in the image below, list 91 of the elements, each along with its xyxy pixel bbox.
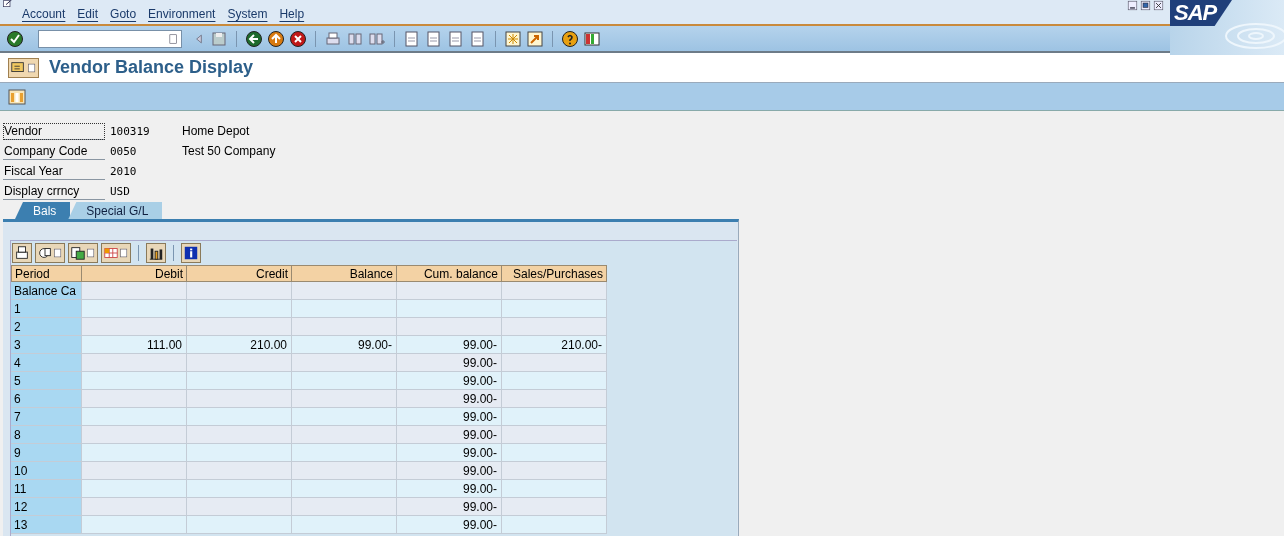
period-cell: 9 (11, 444, 82, 462)
info-button[interactable] (181, 243, 201, 263)
period-cell: 13 (11, 516, 82, 534)
tab[interactable]: Bals (15, 202, 71, 219)
exit-icon[interactable] (267, 29, 285, 48)
menu-item[interactable]: Environment (142, 5, 222, 24)
restore-icon[interactable] (1140, 0, 1151, 11)
table-cell: 99.00- (397, 516, 502, 534)
window-icon[interactable] (2, 0, 14, 10)
tab[interactable]: Special G/L (68, 202, 163, 219)
field-description: Home Depot (182, 124, 250, 138)
table-cell: 111.00 (82, 336, 187, 354)
table-cell: 99.00- (397, 426, 502, 444)
period-cell: 7 (11, 408, 82, 426)
graphic-button[interactable] (146, 243, 166, 263)
enter-icon[interactable] (6, 29, 24, 48)
export-menu-button[interactable] (68, 243, 98, 263)
table-cell: 99.00- (397, 336, 502, 354)
dropdown-icon (53, 245, 63, 261)
field-label: Display crrncy (3, 182, 105, 200)
info-icon (183, 245, 199, 261)
menu-item[interactable]: Account (16, 5, 72, 24)
command-field[interactable] (38, 29, 182, 48)
period-cell: 12 (11, 498, 82, 516)
table-cell: 99.00- (292, 336, 397, 354)
field-label: Company Code (3, 142, 105, 160)
period-cell: 4 (11, 354, 82, 372)
period-cell: 8 (11, 426, 82, 444)
menu-button[interactable] (8, 57, 39, 78)
page-icon[interactable] (403, 29, 421, 48)
cancel-icon[interactable] (289, 29, 307, 48)
table-cell: 99.00- (397, 372, 502, 390)
layout-menu-button[interactable] (101, 243, 131, 263)
period-cell: 11 (11, 480, 82, 498)
table-cell: 99.00- (397, 498, 502, 516)
table-cell: 99.00- (397, 354, 502, 372)
view-menu-button[interactable] (35, 243, 65, 263)
close-icon[interactable] (1153, 0, 1164, 11)
print-icon (14, 245, 30, 261)
table-cell: 99.00- (397, 408, 502, 426)
grid-icon (103, 245, 119, 261)
table-cell: 99.00- (397, 444, 502, 462)
field-label: Fiscal Year (3, 162, 105, 180)
new-session-icon[interactable] (504, 29, 522, 48)
column-header[interactable]: Cum. balance (397, 265, 502, 282)
view-icon (37, 245, 53, 261)
page-icon[interactable] (469, 29, 487, 48)
print-icon[interactable] (324, 29, 342, 48)
period-cell: 5 (11, 372, 82, 390)
layout-icon[interactable] (583, 29, 601, 48)
sap-logo: SAP (1170, 0, 1232, 26)
screen-title: Vendor Balance Display (49, 57, 254, 78)
field-value: 2010 (110, 164, 138, 178)
column-header[interactable]: Credit (187, 265, 292, 282)
menu-item[interactable]: Edit (71, 5, 105, 24)
period-cell: 1 (11, 300, 82, 318)
page-icon[interactable] (447, 29, 465, 48)
field-description: Test 50 Company (182, 144, 276, 158)
dropdown-icon (119, 245, 129, 261)
table-cell: 99.00- (397, 462, 502, 480)
field-value: USD (110, 184, 131, 198)
period-cell: 10 (11, 462, 82, 480)
period-cell: 6 (11, 390, 82, 408)
print-button[interactable] (12, 243, 32, 263)
table-cell: 99.00- (397, 390, 502, 408)
column-header[interactable]: Balance (292, 265, 397, 282)
minimize-icon[interactable] (1127, 0, 1138, 11)
table-cell: 210.00 (187, 336, 292, 354)
period-cell: 2 (11, 318, 82, 336)
back-icon[interactable] (245, 29, 263, 48)
period-cell: Balance Ca (11, 282, 82, 300)
column-header[interactable]: Period (11, 265, 82, 282)
table-cell: 210.00- (502, 336, 607, 354)
menu-item[interactable]: System (221, 5, 274, 24)
field-value: 100319 (110, 124, 151, 138)
menu-item[interactable]: Help (273, 5, 311, 24)
save-icon[interactable] (210, 29, 228, 48)
column-header[interactable]: Debit (82, 265, 187, 282)
shortcut-icon[interactable] (526, 29, 544, 48)
dropdown-icon[interactable] (168, 32, 179, 45)
page-icon[interactable] (425, 29, 443, 48)
export-icon (70, 245, 86, 261)
dropdown-icon (86, 245, 96, 261)
period-cell: 3 (11, 336, 82, 354)
field-value: 0050 (110, 144, 138, 158)
menu-item[interactable]: Goto (104, 5, 143, 24)
columns-icon[interactable] (8, 87, 26, 106)
table-cell: 99.00- (397, 480, 502, 498)
column-header[interactable]: Sales/Purchases (502, 265, 607, 282)
field-label: Vendor (3, 122, 105, 140)
help-icon[interactable] (561, 29, 579, 48)
